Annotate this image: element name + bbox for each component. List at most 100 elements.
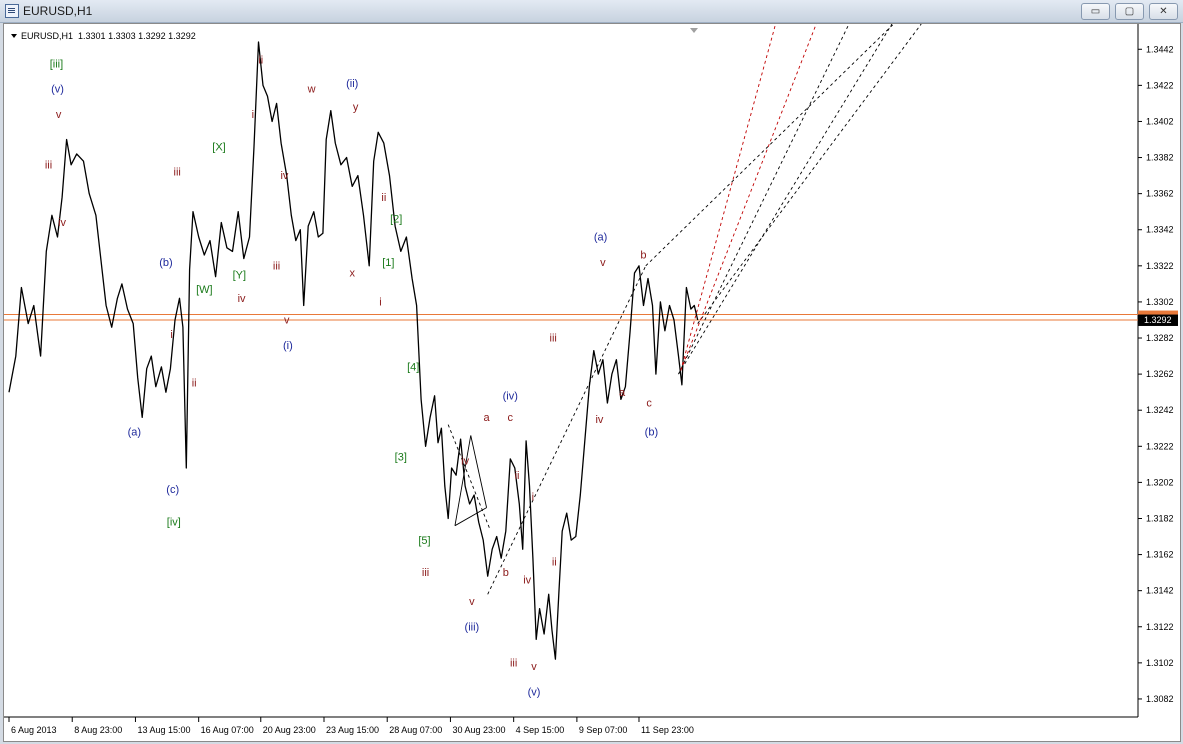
channel-line[interactable] (487, 265, 647, 595)
wave-label: [1] (382, 257, 394, 269)
current-price-label: 1.3292 (1144, 315, 1172, 325)
price-chart[interactable]: 1.3442 1.3422 1.3402 1.3382 1.3362 1.3342 1.33… (4, 24, 1180, 741)
y-tick-label: 1.3422 (1146, 80, 1174, 90)
wave-label: iii (510, 657, 517, 669)
wave-label: ii (552, 556, 557, 568)
y-tick-label: 1.3362 (1146, 189, 1174, 199)
y-tick-label: 1.3282 (1146, 333, 1174, 343)
wave-label: (c) (166, 484, 179, 496)
y-tick-label: 1.3182 (1146, 513, 1174, 523)
y-tick-label: 1.3382 (1146, 153, 1174, 163)
wave-label: (v) (528, 686, 541, 698)
price-series-line (8, 41, 699, 660)
wave-label: [Y] (233, 269, 246, 281)
wave-label: iii (550, 333, 557, 345)
y-tick-label: 1.3162 (1146, 550, 1174, 560)
y-tick-label: 1.3142 (1146, 586, 1174, 596)
wave-label: v (531, 661, 537, 673)
x-tick-label: 30 Aug 23:00 (452, 725, 505, 735)
wave-label: i (532, 491, 534, 503)
wave-label: (a) (128, 426, 141, 438)
wave-label: c (646, 398, 652, 410)
close-button[interactable]: ✕ (1149, 3, 1178, 20)
wave-label: v (284, 315, 290, 327)
wave-label: [X] (212, 141, 225, 153)
y-tick-label: 1.3322 (1146, 261, 1174, 271)
wave-label: iv (523, 574, 531, 586)
wave-label: b (640, 250, 646, 262)
wave-label: y (353, 102, 359, 114)
wave-label: x (349, 268, 355, 280)
x-tick-label: 16 Aug 07:00 (201, 725, 254, 735)
x-tick-label: 23 Aug 15:00 (326, 725, 379, 735)
wave-label: (v) (51, 84, 64, 96)
restore-button[interactable]: ▢ (1115, 3, 1144, 20)
chart-ohlc-label: EURUSD,H1 1.3301 1.3303 1.3292 1.3292 (11, 31, 196, 41)
wave-label: (iv) (503, 390, 518, 402)
wave-label: iv (238, 293, 246, 305)
x-tick-label: 11 Sep 23:00 (641, 725, 694, 735)
wave-label: [iii] (50, 58, 63, 70)
wave-label: iii (45, 159, 52, 171)
wave-label: c (508, 412, 514, 424)
wave-label: ii (258, 55, 263, 67)
wave-label: (b) (159, 257, 172, 269)
x-tick-label: 4 Sep 15:00 (516, 725, 565, 735)
wave-label: a (619, 387, 626, 399)
ohlc-open: 1.3301 (78, 31, 106, 41)
window-titlebar[interactable]: EURUSD,H1 ▭ ▢ ✕ (0, 0, 1183, 23)
wave-label: (a) (594, 232, 607, 244)
channel-line[interactable] (454, 507, 487, 527)
wave-label: i (170, 329, 172, 341)
red-channel-line[interactable] (680, 24, 777, 371)
channel-line[interactable] (678, 24, 893, 375)
wave-label: a (484, 412, 491, 424)
y-tick-label: 1.3082 (1146, 694, 1174, 704)
y-tick-label: 1.3342 (1146, 225, 1174, 235)
wave-label: [4] (407, 362, 419, 374)
bid-price-marker (1138, 310, 1178, 315)
wave-label: iv (58, 217, 66, 229)
symbol-label: EURUSD,H1 (21, 31, 74, 41)
wave-label: [iv] (167, 517, 181, 529)
ohlc-close: 1.3292 (168, 31, 196, 41)
wave-label: ii (515, 470, 520, 482)
y-tick-label: 1.3402 (1146, 116, 1174, 126)
channel-line[interactable] (678, 24, 850, 375)
wave-label: i (379, 297, 381, 309)
wave-label: iii (174, 167, 181, 179)
chart-menu-triangle-icon[interactable] (11, 34, 17, 38)
channel-line[interactable] (454, 435, 472, 526)
channel-line[interactable] (645, 24, 907, 267)
x-tick-label: 8 Aug 23:00 (74, 725, 122, 735)
wave-label: (i) (283, 340, 293, 352)
wave-label: b (503, 567, 509, 579)
wave-label: w (307, 84, 316, 96)
x-tick-label: 20 Aug 23:00 (263, 725, 316, 735)
y-tick-label: 1.3262 (1146, 369, 1174, 379)
minimize-button[interactable]: ▭ (1081, 3, 1110, 20)
y-tick-label: 1.3202 (1146, 477, 1174, 487)
wave-label: iv (280, 170, 288, 182)
ohlc-low: 1.3292 (138, 31, 166, 41)
red-channel-line[interactable] (680, 24, 817, 371)
y-tick-label: 1.3222 (1146, 441, 1174, 451)
wave-label: (b) (645, 426, 658, 438)
chart-shift-icon[interactable] (690, 28, 698, 33)
wave-label: v (56, 109, 62, 121)
wave-label: iv (461, 455, 469, 467)
wave-label: iii (422, 567, 429, 579)
chart-frame[interactable]: 1.3442 1.3422 1.3402 1.3382 1.3362 1.3342 1.33… (3, 23, 1181, 742)
wave-label: ii (381, 192, 386, 204)
channel-line[interactable] (697, 24, 922, 324)
wave-label: [W] (196, 284, 213, 296)
x-tick-label: 6 Aug 2013 (11, 725, 57, 735)
wave-label: (ii) (346, 78, 358, 90)
wave-label: iv (595, 414, 603, 426)
channel-line[interactable] (447, 424, 491, 530)
y-tick-label: 1.3302 (1146, 297, 1174, 307)
y-tick-label: 1.3122 (1146, 622, 1174, 632)
wave-label: v (600, 257, 606, 269)
wave-label: (iii) (465, 621, 480, 633)
wave-label: [3] (395, 452, 407, 464)
